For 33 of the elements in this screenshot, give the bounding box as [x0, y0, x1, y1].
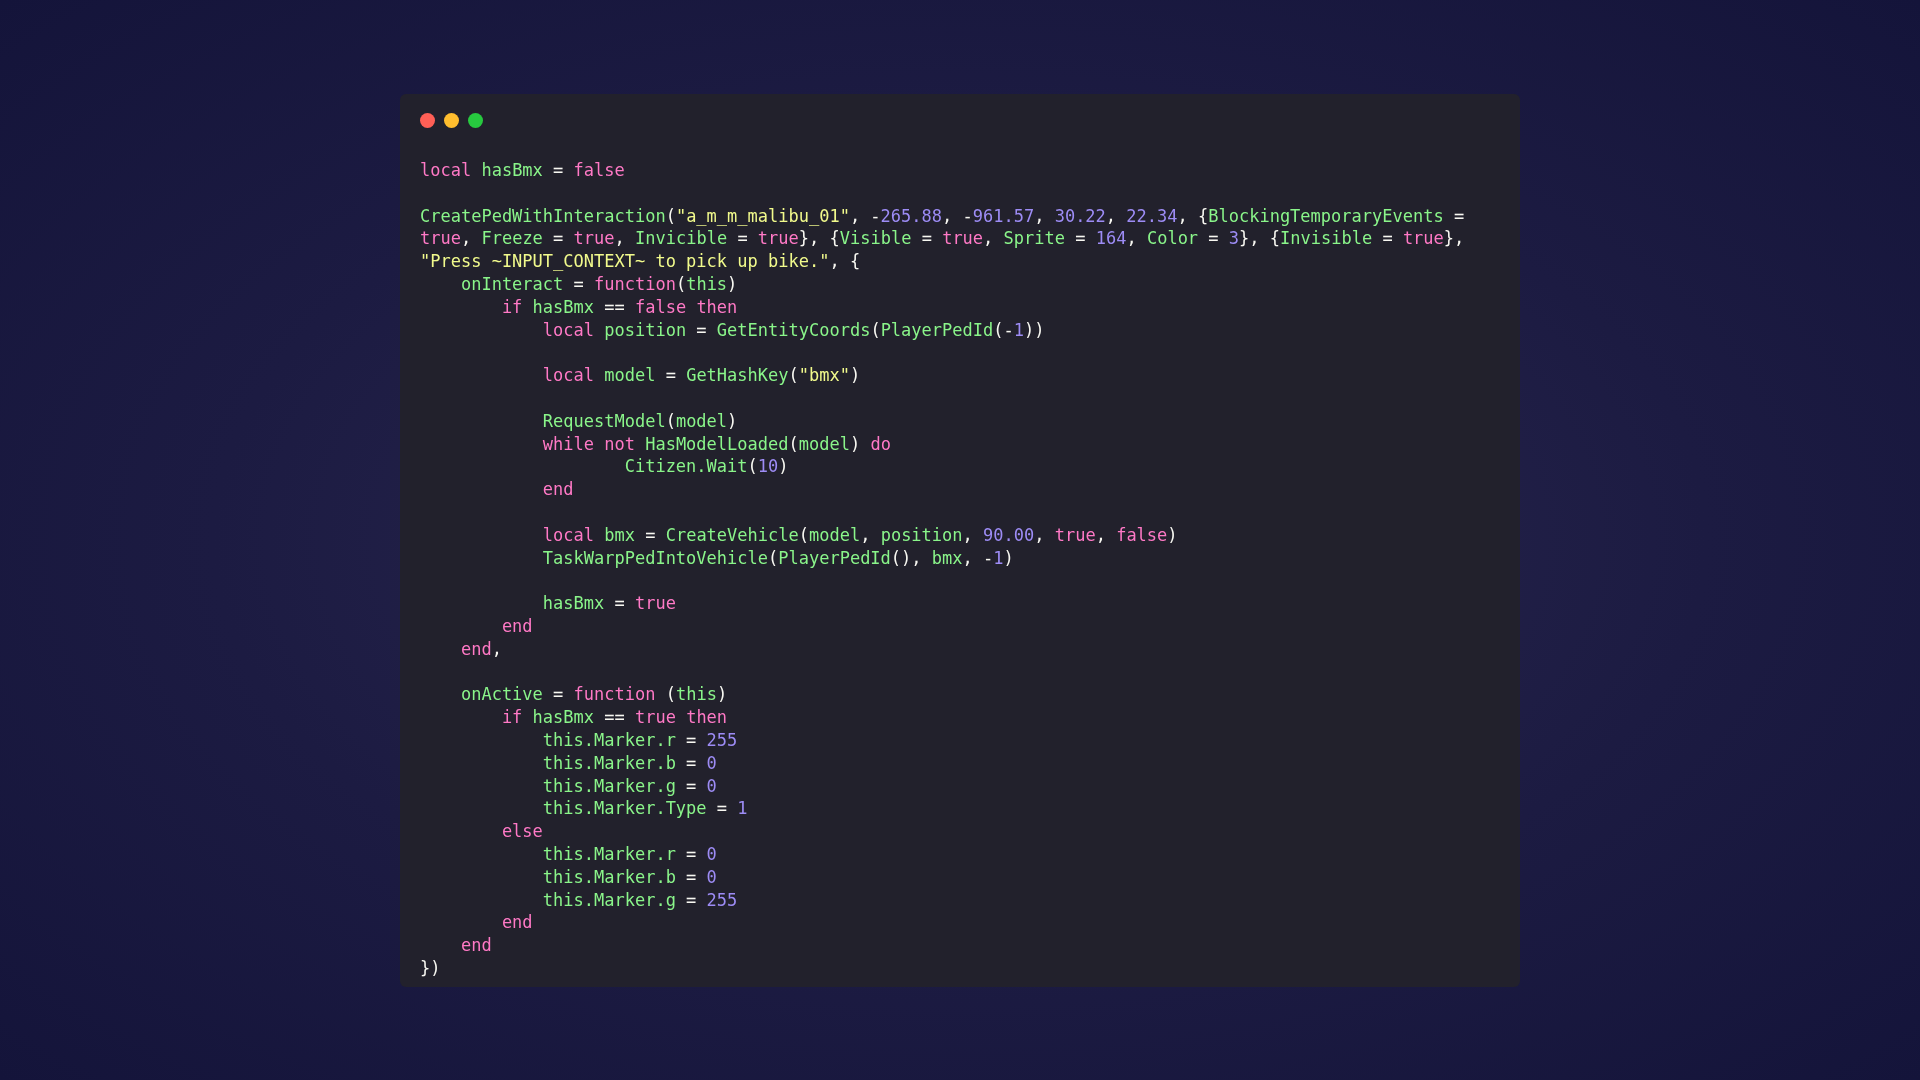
- code-line: while not HasModelLoaded(model) do: [541, 432, 891, 456]
- code-line: RequestModel(model): [541, 409, 738, 433]
- code-line: local hasBmx = false: [420, 159, 625, 182]
- code-line: }): [420, 956, 441, 980]
- code-line: CreatePedWithInteraction("a_m_m_malibu_01", -265.88, -961.57, 30.22, 22.34, {BlockingTemporaryEvents =: [420, 204, 1465, 228]
- code-line: local model = GetHashKey("bmx"): [541, 364, 861, 387]
- window-control-button[interactable]: [468, 113, 483, 128]
- window-control-button[interactable]: [444, 113, 459, 128]
- code-line: if hasBmx == true then: [500, 706, 728, 729]
- code-line: this.Marker.g = 255: [541, 888, 738, 912]
- code-line: end: [541, 478, 574, 501]
- code-line: hasBmx = true: [541, 592, 676, 615]
- code-line: this.Marker.b = 0: [541, 751, 717, 775]
- code-line: this.Marker.Type = 1: [541, 797, 748, 821]
- code-line: local bmx = CreateVehicle(model, position, 90.00, true, false): [541, 523, 1178, 547]
- code-line: end: [500, 911, 533, 935]
- code-line: onInteract = function(this): [459, 273, 738, 296]
- code-line: end,: [459, 637, 502, 661]
- code-line: end: [459, 934, 492, 957]
- code-line: else: [500, 820, 543, 843]
- code-line: true, Freeze = true, Invicible = true}, {Visible = true, Sprite = 164, Color = 3}, {Invisible = true},: [420, 227, 1465, 251]
- code-line: this.Marker.b = 0: [541, 865, 717, 889]
- code-line: this.Marker.r = 255: [541, 728, 738, 752]
- code-line: onActive = function (this): [459, 683, 728, 707]
- code-line: TaskWarpPedIntoVehicle(PlayerPedId(), bmx, -1): [541, 546, 1014, 570]
- code-line: "Press ~INPUT_CONTEXT~ to pick up bike.", {: [420, 250, 861, 273]
- code-line: end: [500, 614, 533, 638]
- code-line: this.Marker.g = 0: [541, 774, 717, 798]
- window-control-button[interactable]: [420, 113, 435, 128]
- code-line: Citizen.Wait(10): [623, 455, 789, 479]
- code-line: if hasBmx == false then: [500, 295, 738, 319]
- code-line: this.Marker.r = 0: [541, 842, 717, 866]
- code-line: local position = GetEntityCoords(PlayerPedId(-1)): [541, 318, 1045, 342]
